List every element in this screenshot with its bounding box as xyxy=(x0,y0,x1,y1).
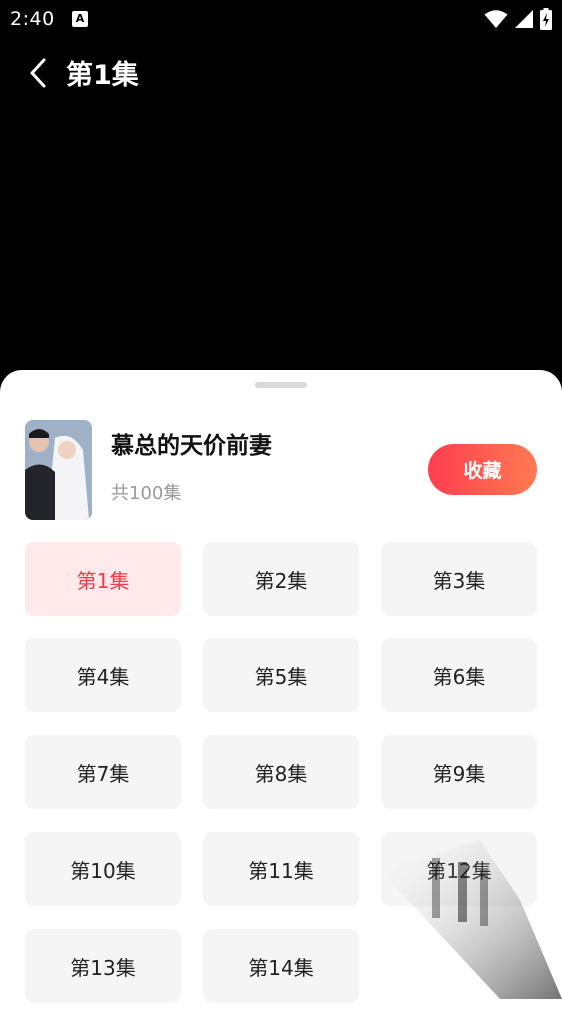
status-icons xyxy=(484,8,552,30)
drama-title: 慕总的天价前妻 xyxy=(111,433,272,459)
episode-item[interactable]: 第12集 xyxy=(381,832,537,906)
episode-item[interactable]: 第8集 xyxy=(203,735,359,809)
episode-item[interactable]: 第9集 xyxy=(381,735,537,809)
episode-sheet: 慕总的天价前妻 共100集 收藏 第1集 第2集 第3集 第4集 第5集 第6集… xyxy=(0,370,562,1010)
back-button[interactable] xyxy=(22,56,56,90)
signal-icon xyxy=(515,10,533,28)
favorite-button[interactable]: 收藏 xyxy=(428,444,537,495)
episode-item[interactable]: 第10集 xyxy=(25,832,181,906)
wifi-icon xyxy=(484,10,508,28)
episode-item[interactable]: 第2集 xyxy=(203,542,359,616)
sheet-handle[interactable] xyxy=(255,382,307,388)
episode-item[interactable]: 第7集 xyxy=(25,735,181,809)
episode-item[interactable]: 第6集 xyxy=(381,638,537,712)
episode-item[interactable]: 第1集 xyxy=(25,542,181,616)
episode-item[interactable]: 第14集 xyxy=(203,929,359,1003)
episode-item[interactable]: 第13集 xyxy=(25,929,181,1003)
battery-icon xyxy=(540,8,552,30)
episode-item[interactable]: 第4集 xyxy=(25,638,181,712)
notification-icon: A xyxy=(72,11,88,27)
episode-item[interactable]: 第5集 xyxy=(203,638,359,712)
episode-count: 共100集 xyxy=(111,483,182,504)
page-title: 第1集 xyxy=(66,60,139,91)
episode-item[interactable]: 第3集 xyxy=(381,542,537,616)
cover-art xyxy=(25,420,92,520)
chevron-left-icon xyxy=(30,58,46,88)
episode-item[interactable]: 第11集 xyxy=(203,832,359,906)
status-bar: 2:40 A xyxy=(0,0,562,38)
status-time: 2:40 xyxy=(10,8,55,30)
top-bar: 第1集 xyxy=(0,38,562,106)
drama-cover-image xyxy=(25,420,92,520)
